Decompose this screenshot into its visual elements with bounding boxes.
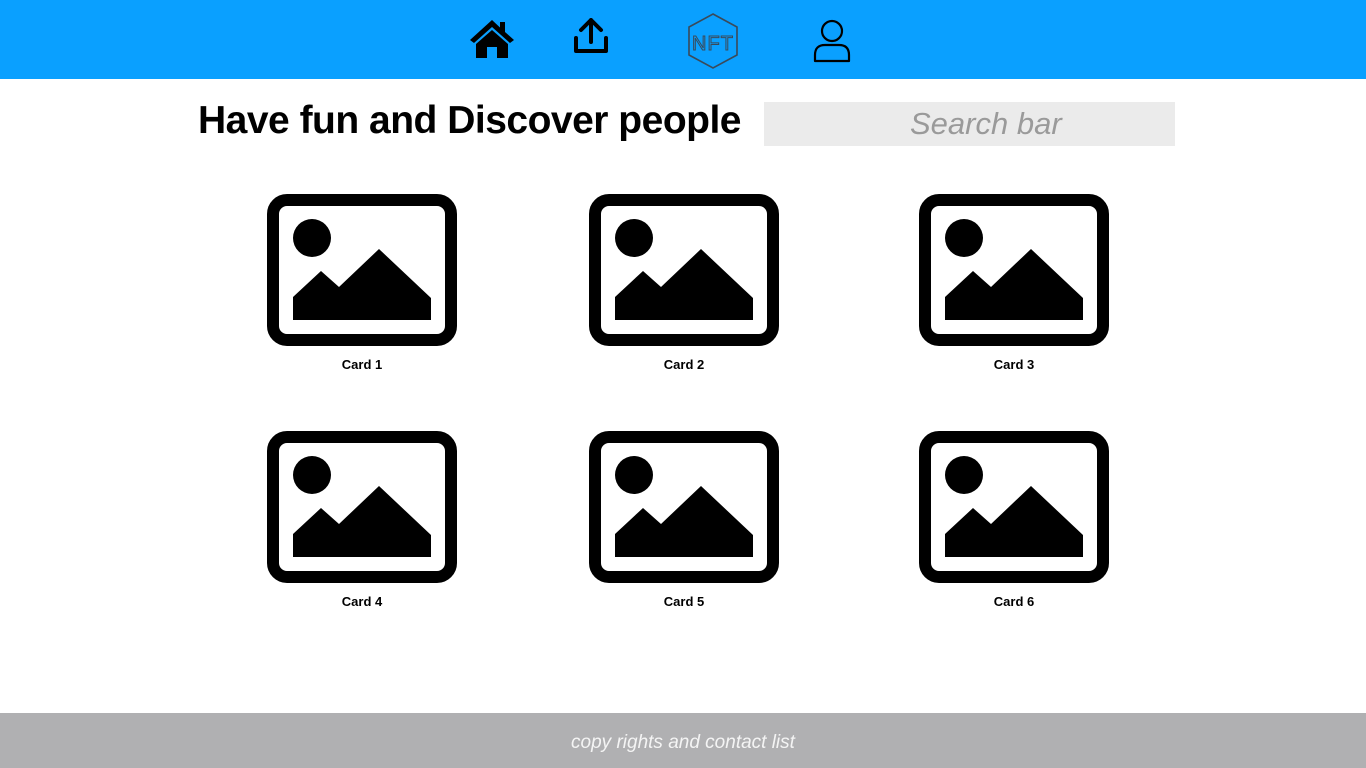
upload-icon[interactable]	[573, 18, 609, 56]
image-placeholder-icon	[267, 431, 457, 583]
card-5[interactable]: Card 5	[589, 431, 779, 609]
card-label: Card 6	[993, 594, 1035, 609]
card-3[interactable]: Card 3	[919, 194, 1109, 372]
card-6[interactable]: Card 6	[919, 431, 1109, 609]
card-label: Card 1	[341, 357, 383, 372]
page-title: Have fun and Discover people	[198, 99, 742, 142]
card-label: Card 4	[341, 594, 383, 609]
card-label: Card 3	[993, 357, 1035, 372]
image-placeholder-icon	[589, 194, 779, 346]
image-placeholder-icon	[589, 431, 779, 583]
nft-logo-icon[interactable]: NFT	[685, 12, 741, 70]
card-4[interactable]: Card 4	[267, 431, 457, 609]
card-2[interactable]: Card 2	[589, 194, 779, 372]
home-icon[interactable]	[468, 18, 516, 60]
card-1[interactable]: Card 1	[267, 194, 457, 372]
footer-text[interactable]: copy rights and contact list	[571, 732, 795, 754]
image-placeholder-icon	[919, 194, 1109, 346]
top-navigation-bar: NFT	[0, 0, 1366, 79]
search-input[interactable]	[764, 102, 1175, 146]
image-placeholder-icon	[267, 194, 457, 346]
image-placeholder-icon	[919, 431, 1109, 583]
nft-logo-text: NFT	[692, 33, 734, 55]
card-label: Card 2	[663, 357, 705, 372]
card-label: Card 5	[663, 594, 705, 609]
footer: copy rights and contact list	[0, 713, 1366, 768]
user-icon[interactable]	[813, 19, 851, 63]
